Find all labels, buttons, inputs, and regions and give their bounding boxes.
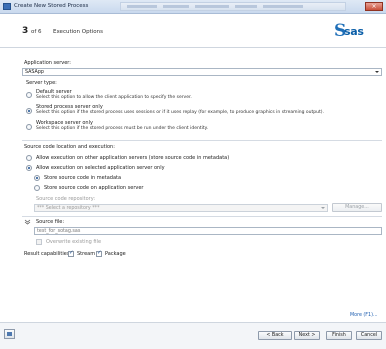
back-button[interactable]: < Back [258, 331, 292, 340]
chevron-down-icon [375, 71, 379, 73]
overwrite-existing-label: Overwrite existing file [46, 239, 102, 245]
section-divider [22, 140, 382, 141]
next-button[interactable]: Next > [294, 331, 320, 340]
source-file-input[interactable]: test_for_sotag.sas [34, 227, 382, 235]
chevron-down-icon [321, 207, 325, 209]
close-button[interactable]: × [365, 2, 383, 11]
radio-workspace-server[interactable] [26, 124, 32, 130]
source-file-label: Source file: [36, 219, 65, 225]
radio-store-on-app-server[interactable] [34, 185, 40, 191]
sas-logo: S sas [334, 23, 380, 41]
allow-other-servers-label: Allow execution on other application ser… [36, 155, 230, 161]
source-code-repository-select[interactable]: *** Select a repository *** [34, 204, 328, 212]
repository-placeholder: *** Select a repository *** [37, 206, 100, 211]
more-help-link[interactable]: More (F1)... [350, 313, 378, 318]
background-window-strip [120, 2, 346, 11]
window-titlebar: Create New Stored Process × [0, 0, 386, 14]
stored-process-server-description: Select this option if the stored process… [36, 110, 324, 115]
window-title: Create New Stored Process [14, 3, 89, 9]
wizard-header: 3 of 6 Execution Options S sas [0, 14, 386, 48]
store-on-app-server-label: Store source code on application server [44, 185, 144, 191]
application-server-select[interactable]: SASApp [22, 68, 382, 76]
wizard-footer: < Back Next > Finish Cancel [0, 322, 386, 349]
package-checkbox[interactable] [96, 250, 102, 257]
default-server-description: Select this option to allow the client a… [36, 95, 192, 100]
step-of: of 6 [31, 29, 42, 35]
source-code-label: Source code location and execution: [24, 144, 115, 150]
sas-logo-text: sas [344, 25, 364, 38]
source-file-value: test_for_sotag.sas [37, 229, 81, 234]
application-server-label: Application server: [24, 60, 71, 66]
step-number: 3 [22, 26, 29, 36]
chevron-expand-icon[interactable] [24, 219, 31, 225]
application-server-value: SASApp [25, 70, 44, 75]
server-type-label: Server type: [26, 80, 57, 86]
result-capabilities-label: Result capabilities: [24, 251, 72, 257]
store-in-metadata-label: Store source code in metadata [44, 175, 122, 181]
cancel-button[interactable]: Cancel [356, 331, 382, 340]
manage-button[interactable]: Manage... [332, 203, 382, 212]
overwrite-existing-checkbox[interactable] [36, 239, 42, 245]
allow-selected-server-label: Allow execution on selected application … [36, 165, 165, 171]
radio-stored-process-server[interactable] [26, 108, 32, 114]
radio-allow-selected-server[interactable] [26, 165, 32, 171]
radio-allow-other-servers[interactable] [26, 155, 32, 161]
step-title: Execution Options [53, 29, 103, 35]
stream-checkbox[interactable] [68, 250, 74, 257]
package-label: Package [105, 251, 126, 257]
radio-default-server[interactable] [26, 92, 32, 98]
window-icon [3, 3, 11, 10]
radio-store-in-metadata[interactable] [34, 175, 40, 181]
help-icon[interactable] [4, 329, 15, 339]
finish-button[interactable]: Finish [326, 331, 352, 340]
workspace-server-description: Select this option if the stored process… [36, 126, 209, 131]
section-divider [22, 216, 382, 217]
source-code-repository-label: Source code repository: [36, 196, 96, 202]
stream-label: Stream [77, 251, 96, 257]
